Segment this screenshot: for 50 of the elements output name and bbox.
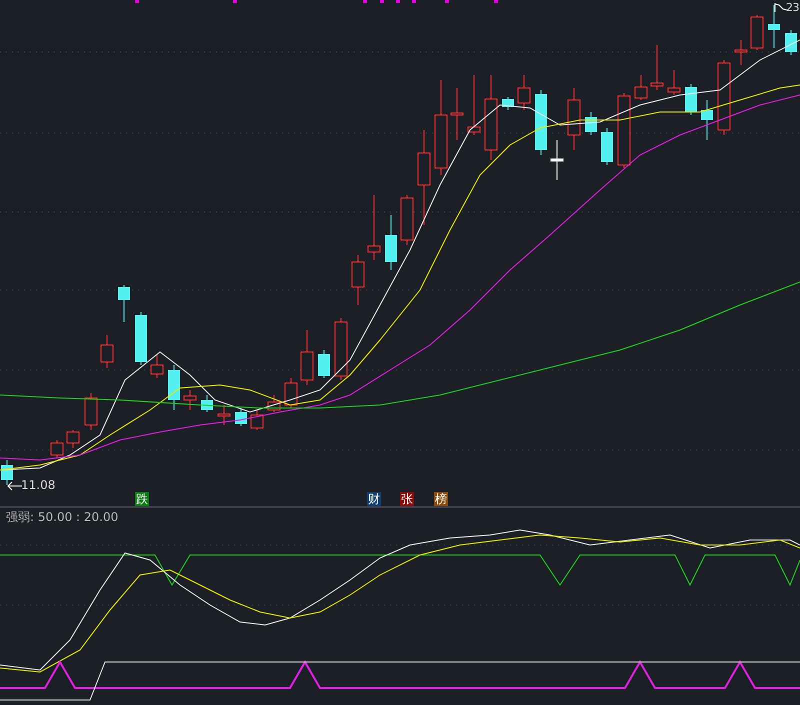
low-price-label: 11.08 bbox=[21, 478, 56, 492]
candlestick bbox=[535, 90, 547, 156]
candlestick bbox=[135, 312, 147, 366]
candlestick bbox=[100, 334, 114, 368]
candlestick bbox=[50, 440, 64, 458]
candlestick bbox=[550, 140, 564, 180]
candlestick bbox=[250, 410, 264, 430]
candlestick bbox=[1, 460, 13, 486]
indicator-label: 强弱: 50.00 : 20.00 bbox=[6, 509, 118, 526]
candlestick bbox=[284, 378, 298, 408]
candlestick bbox=[468, 74, 480, 136]
candlestick bbox=[785, 30, 797, 56]
candlestick bbox=[450, 88, 464, 140]
candlestick bbox=[502, 96, 514, 110]
candlestick bbox=[685, 84, 697, 116]
event-badge[interactable]: 财 bbox=[367, 492, 381, 506]
candlestick bbox=[668, 70, 680, 96]
candlestick bbox=[334, 318, 348, 380]
candlestick bbox=[318, 350, 330, 378]
candlestick bbox=[768, 4, 780, 48]
candlestick bbox=[168, 364, 180, 410]
candlestick bbox=[568, 88, 580, 150]
candlestick bbox=[650, 44, 664, 90]
candlestick bbox=[300, 330, 314, 386]
candlestick bbox=[184, 390, 196, 410]
candlestick bbox=[400, 194, 414, 246]
candlestick bbox=[268, 394, 280, 412]
candlestick bbox=[235, 408, 247, 426]
event-badge[interactable]: 张 bbox=[400, 492, 414, 506]
candlestick bbox=[601, 128, 613, 166]
candlestick bbox=[750, 14, 764, 50]
candlestick bbox=[66, 430, 80, 448]
candlestick bbox=[150, 354, 164, 378]
flag-icon bbox=[774, 2, 788, 12]
candlestick bbox=[368, 194, 380, 260]
candlestick bbox=[385, 214, 397, 270]
event-badge[interactable]: 榜 bbox=[434, 492, 448, 506]
event-badge[interactable]: 跌 bbox=[135, 492, 149, 506]
candlestick bbox=[634, 74, 648, 100]
candlestick bbox=[201, 394, 213, 412]
candlestick bbox=[585, 112, 597, 136]
candlestick bbox=[84, 392, 98, 430]
candlestick bbox=[701, 100, 713, 140]
candlestick bbox=[218, 404, 230, 426]
candlestick bbox=[734, 40, 748, 66]
candlestick bbox=[118, 284, 130, 322]
high-price-label: 23 bbox=[786, 1, 799, 14]
candlestick bbox=[352, 254, 364, 306]
candlestick bbox=[518, 74, 530, 110]
arrow-icon bbox=[7, 482, 22, 490]
